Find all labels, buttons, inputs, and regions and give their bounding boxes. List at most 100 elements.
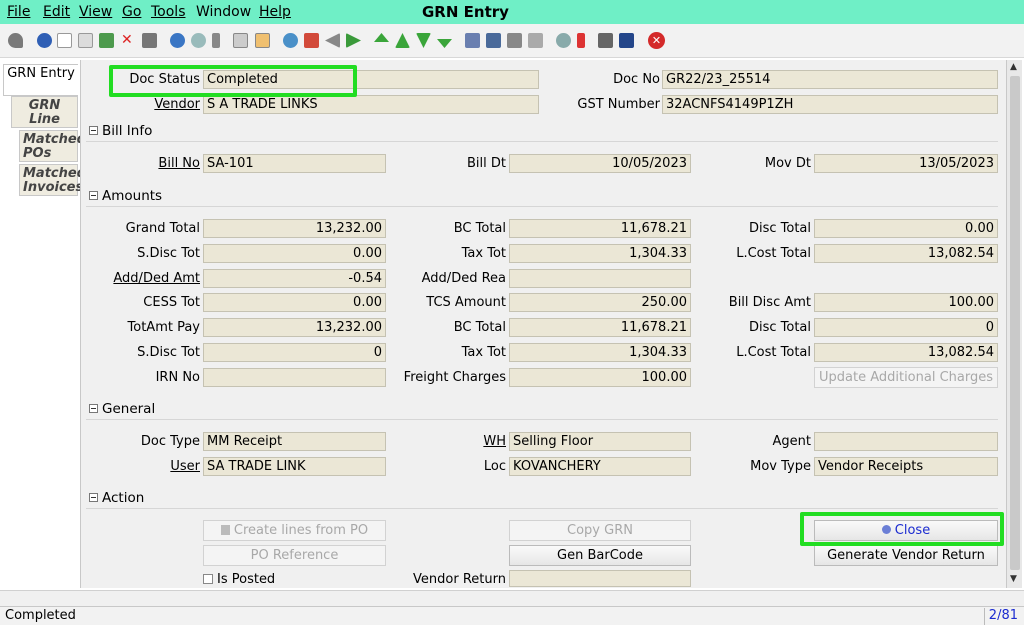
grand-total-field[interactable]: 13,232.00 xyxy=(203,219,386,238)
chat-icon[interactable] xyxy=(233,33,248,48)
help-icon[interactable] xyxy=(37,33,52,48)
agent-field[interactable] xyxy=(814,432,998,451)
copy-grn-button[interactable]: Copy GRN xyxy=(509,520,691,541)
forward-icon[interactable] xyxy=(346,33,361,48)
tab-matched-invoices[interactable]: Matched Invoices xyxy=(19,164,86,196)
mov-dt-field[interactable]: 13/05/2023 xyxy=(814,154,998,173)
vendor-field[interactable]: S A TRADE LINKS xyxy=(203,95,539,114)
request-icon[interactable] xyxy=(598,33,613,48)
delete-icon[interactable]: ✕ xyxy=(121,33,136,48)
doc-status-field[interactable]: Completed xyxy=(203,70,539,89)
loc-field[interactable]: KOVANCHERY xyxy=(509,457,691,476)
scroll-up-icon[interactable]: ▲ xyxy=(1010,62,1017,72)
back-icon[interactable] xyxy=(325,33,340,48)
bill-no-field[interactable]: SA-101 xyxy=(203,154,386,173)
collapse-icon[interactable] xyxy=(89,191,98,200)
archive-icon[interactable] xyxy=(486,33,501,48)
tab-matched-pos[interactable]: Matched POs xyxy=(19,130,86,162)
collapse-icon[interactable] xyxy=(89,404,98,413)
next-record-icon[interactable] xyxy=(416,33,431,48)
close-button[interactable]: Close xyxy=(814,520,998,541)
bc-total-2-field[interactable]: 11,678.21 xyxy=(509,318,691,337)
attachment-icon[interactable] xyxy=(212,33,220,48)
tax-tot-2-field[interactable]: 1,304.33 xyxy=(509,343,691,362)
s-disc-tot-2-field[interactable]: 0 xyxy=(203,343,386,362)
toolbar: ✕ ✕ xyxy=(0,24,1024,58)
section-amounts[interactable]: Amounts xyxy=(86,186,998,207)
tab-grn-line[interactable]: GRN Line xyxy=(11,96,78,128)
disc-total-field[interactable]: 0.00 xyxy=(814,219,998,238)
report-icon-2[interactable] xyxy=(465,33,480,48)
last-record-icon[interactable] xyxy=(437,39,452,48)
first-record-icon[interactable] xyxy=(374,33,389,42)
vendor-label[interactable]: Vendor xyxy=(100,96,200,114)
section-bill-info[interactable]: Bill Info xyxy=(86,121,998,142)
s-disc-tot-field[interactable]: 0.00 xyxy=(203,244,386,263)
add-ded-amt-field[interactable]: -0.54 xyxy=(203,269,386,288)
irn-no-field[interactable] xyxy=(203,368,386,387)
user-field[interactable]: SA TRADE LINK xyxy=(203,457,386,476)
section-amounts-title: Amounts xyxy=(102,188,163,204)
create-lines-from-po-button[interactable]: Create lines from PO xyxy=(203,520,386,541)
history-icon[interactable] xyxy=(283,33,298,48)
menu-go[interactable]: Go xyxy=(122,4,141,20)
po-reference-button[interactable]: PO Reference xyxy=(203,545,386,566)
gst-number-field[interactable]: 32ACNFS4149P1ZH xyxy=(662,95,998,114)
copy-icon[interactable] xyxy=(78,33,93,48)
workflow-icon[interactable] xyxy=(577,33,585,48)
home-icon[interactable] xyxy=(304,33,319,48)
tax-tot-label: Tax Tot xyxy=(461,246,506,261)
cess-tot-field[interactable]: 0.00 xyxy=(203,293,386,312)
l-cost-total-field[interactable]: 13,082.54 xyxy=(814,244,998,263)
wh-field[interactable]: Selling Floor xyxy=(509,432,691,451)
disc-total-2-field[interactable]: 0 xyxy=(814,318,998,337)
collapse-icon[interactable] xyxy=(89,493,98,502)
update-additional-charges-button[interactable]: Update Additional Charges xyxy=(814,367,998,388)
freight-charges-field[interactable]: 100.00 xyxy=(509,368,691,387)
doc-type-label: Doc Type xyxy=(140,434,200,449)
section-general[interactable]: General xyxy=(86,399,998,420)
vertical-scrollbar[interactable]: ▲ ▼ xyxy=(1006,60,1022,588)
previous-record-icon[interactable] xyxy=(395,33,410,48)
tab-grn-entry[interactable]: GRN Entry xyxy=(3,64,78,96)
vendor-return-field[interactable] xyxy=(509,570,691,587)
bc-total-field[interactable]: 11,678.21 xyxy=(509,219,691,238)
menu-view[interactable]: View xyxy=(79,4,112,20)
refresh-icon[interactable] xyxy=(170,33,185,48)
doc-type-field[interactable]: MM Receipt xyxy=(203,432,386,451)
menu-file[interactable]: File xyxy=(7,4,30,20)
scroll-down-icon[interactable]: ▼ xyxy=(1010,574,1017,584)
record-counter[interactable]: 2/81 xyxy=(984,608,1022,625)
print-icon[interactable] xyxy=(507,33,522,48)
print-preview-icon[interactable] xyxy=(142,33,157,48)
save-icon[interactable] xyxy=(99,33,114,48)
tcs-amount-field[interactable]: 250.00 xyxy=(509,293,691,312)
close-window-icon[interactable]: ✕ xyxy=(648,32,665,49)
tot-amt-pay-field[interactable]: 13,232.00 xyxy=(203,318,386,337)
bill-dt-field[interactable]: 10/05/2023 xyxy=(509,154,691,173)
gen-barcode-button[interactable]: Gen BarCode xyxy=(509,545,691,566)
menu-tools[interactable]: Tools xyxy=(151,4,186,20)
add-ded-rea-field[interactable] xyxy=(509,269,691,288)
new-icon[interactable] xyxy=(57,33,72,48)
menu-help[interactable]: Help xyxy=(259,4,291,20)
product-info-icon[interactable] xyxy=(619,33,634,48)
generate-vendor-return-button[interactable]: Generate Vendor Return xyxy=(814,545,998,566)
mov-type-field[interactable]: Vendor Receipts xyxy=(814,457,998,476)
tax-tot-field[interactable]: 1,304.33 xyxy=(509,244,691,263)
menu-window[interactable]: Window xyxy=(196,4,251,20)
print-icon-2[interactable] xyxy=(528,33,543,48)
scrollbar-thumb[interactable] xyxy=(1010,76,1020,570)
report-icon[interactable] xyxy=(255,33,270,48)
menu-edit[interactable]: Edit xyxy=(43,4,70,20)
find-icon[interactable] xyxy=(191,33,206,48)
collapse-icon[interactable] xyxy=(89,126,98,135)
section-action[interactable]: Action xyxy=(86,488,998,509)
is-posted-checkbox[interactable]: Is Posted xyxy=(203,571,293,589)
l-cost-total-2-field[interactable]: 13,082.54 xyxy=(814,343,998,362)
doc-no-field[interactable]: GR22/23_25514 xyxy=(662,70,998,89)
checkbox-icon[interactable] xyxy=(203,574,213,584)
undo-icon[interactable] xyxy=(8,33,23,48)
zoom-across-icon[interactable] xyxy=(556,33,571,48)
bill-disc-amt-field[interactable]: 100.00 xyxy=(814,293,998,312)
